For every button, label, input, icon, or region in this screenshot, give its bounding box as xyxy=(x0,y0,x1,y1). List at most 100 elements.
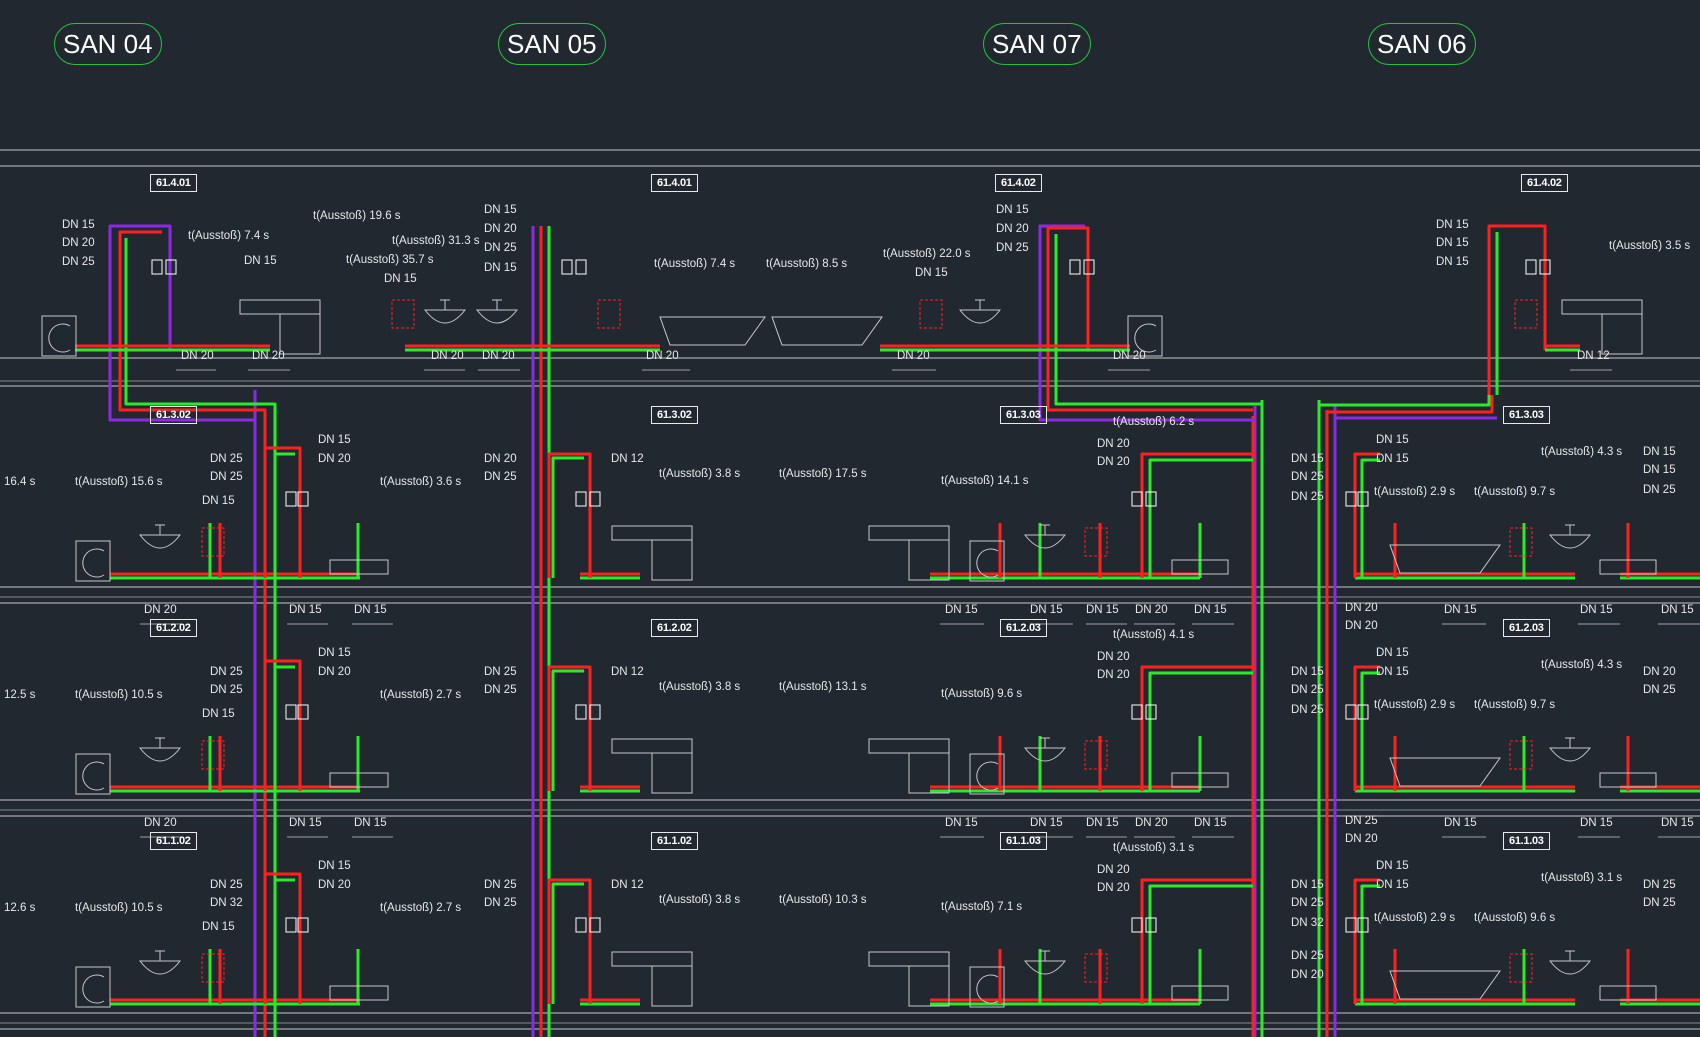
pipe-size-label: DN 15 xyxy=(1444,817,1477,829)
washbasin-icon xyxy=(1023,960,1067,975)
flush-time-label: t(Ausstoß) 3.8 s xyxy=(659,894,741,906)
riser-marker-san07: SAN 07 xyxy=(983,23,1091,65)
bathtub-icon xyxy=(1389,970,1501,1000)
pipe-size-label: 12.6 s xyxy=(4,902,36,914)
kitchen-sink-icon xyxy=(1561,299,1643,315)
pipe-size-label: DN 20 xyxy=(318,879,351,891)
pipe-size-label: DN 15 xyxy=(1291,879,1324,891)
flush-time-label: t(Ausstoß) 31.3 s xyxy=(392,235,480,247)
pipe-size-label: DN 25 xyxy=(1643,684,1676,696)
pipe-size-label: 16.4 s xyxy=(4,476,36,488)
toilet-icon xyxy=(75,966,111,1008)
flush-time-label: t(Ausstoß) 10.3 s xyxy=(779,894,867,906)
washbasin-icon xyxy=(423,309,467,324)
washbasin-icon xyxy=(138,960,182,975)
bathtub-icon xyxy=(1389,757,1501,787)
valve-icon xyxy=(575,259,587,275)
riser-marker-san06: SAN 06 xyxy=(1368,23,1476,65)
room-tag: 61.3.02 xyxy=(150,406,197,424)
toilet-icon xyxy=(48,323,71,353)
riser-branch xyxy=(1353,878,1380,1004)
kitchen-sink-icon xyxy=(611,738,693,754)
pipe-size-label: DN 15 xyxy=(1194,817,1227,829)
room-tag: 61.1.03 xyxy=(1000,832,1047,850)
toilet-icon xyxy=(75,540,111,582)
washbasin-icon xyxy=(1023,534,1067,549)
valve-icon xyxy=(151,259,163,275)
pipe-size-label: DN 25 xyxy=(62,256,95,268)
pipe-size-label: DN 15 xyxy=(1661,817,1694,829)
kitchen-sink-icon xyxy=(611,525,693,541)
pipe-size-label: DN 15 xyxy=(484,262,517,274)
riser-marker-san04: SAN 04 xyxy=(54,23,162,65)
pipe-size-label: DN 25 xyxy=(484,684,517,696)
flush-time-label: t(Ausstoß) 9.6 s xyxy=(1474,912,1556,924)
pipe-size-label: DN 20 xyxy=(1097,438,1130,450)
toilet-icon xyxy=(82,761,105,791)
pipe-size-label: DN 15 xyxy=(354,817,387,829)
bathtub-icon xyxy=(771,316,883,346)
pipe-size-label: DN 15 xyxy=(289,817,322,829)
valve-icon xyxy=(1069,259,1081,275)
kitchen-sink-icon xyxy=(868,525,950,541)
washbasin-icon xyxy=(138,534,182,549)
flush-cistern-icon xyxy=(1509,527,1533,557)
pipe-size-label: DN 20 xyxy=(1097,882,1130,894)
kitchen-sink-icon xyxy=(611,951,693,967)
washbasin-icon xyxy=(138,747,182,762)
pipe-size-label: DN 25 xyxy=(1643,484,1676,496)
flush-time-label: t(Ausstoß) 9.7 s xyxy=(1474,486,1556,498)
pipe-size-label: DN 15 xyxy=(1436,219,1469,231)
pipe-size-label: DN 20 xyxy=(1345,602,1378,614)
pipe-size-label: DN 20 xyxy=(484,223,517,235)
flush-time-label: t(Ausstoß) 4.3 s xyxy=(1541,659,1623,671)
pipe-size-label: DN 25 xyxy=(210,879,243,891)
pipe-size-label: DN 20 xyxy=(144,817,177,829)
plumbing-riser-diagram xyxy=(0,149,1700,1037)
flush-time-label: t(Ausstoß) 15.6 s xyxy=(75,476,163,488)
pipe-size-label: DN 25 xyxy=(1291,897,1324,909)
valve-icon xyxy=(575,491,587,507)
flush-time-label: t(Ausstoß) 3.8 s xyxy=(659,468,741,480)
riser-branch xyxy=(551,456,584,578)
flush-cistern-icon xyxy=(919,299,943,329)
pipe-size-label: DN 15 xyxy=(484,204,517,216)
valve-icon xyxy=(575,704,587,720)
riser-branch xyxy=(1046,226,1090,390)
pipe-size-label: DN 15 xyxy=(1291,453,1324,465)
flush-time-label: t(Ausstoß) 3.8 s xyxy=(659,681,741,693)
washbasin-icon xyxy=(1548,960,1592,975)
flush-time-label: t(Ausstoß) 17.5 s xyxy=(779,468,867,480)
pipe-size-label: DN 12 xyxy=(611,666,644,678)
pipe-size-label: DN 25 xyxy=(210,684,243,696)
riser-branch xyxy=(1353,665,1380,791)
flush-time-label: t(Ausstoß) 10.5 s xyxy=(75,902,163,914)
pipe-size-label: DN 25 xyxy=(484,897,517,909)
riser-branch xyxy=(1353,452,1380,578)
pipe-size-label: DN 15 xyxy=(354,604,387,616)
flush-cistern-icon xyxy=(1514,299,1538,329)
pipe-size-label: DN 20 xyxy=(897,350,930,362)
room-tag: 61.1.02 xyxy=(150,832,197,850)
pipe-size-label: DN 25 xyxy=(1643,897,1676,909)
flush-time-label: t(Ausstoß) 22.0 s xyxy=(883,248,971,260)
riser-branch xyxy=(263,872,302,1004)
valve-icon xyxy=(285,491,297,507)
valve-icon xyxy=(575,917,587,933)
pipe-size-label: DN 32 xyxy=(1291,917,1324,929)
valve-icon xyxy=(285,917,297,933)
flush-cistern-icon xyxy=(597,299,621,329)
room-tag: 61.4.01 xyxy=(150,174,197,192)
flush-time-label: t(Ausstoß) 13.1 s xyxy=(779,681,867,693)
flush-time-label: t(Ausstoß) 2.9 s xyxy=(1374,912,1456,924)
pipe-size-label: DN 15 xyxy=(1436,256,1469,268)
cabinet-icon xyxy=(279,313,321,355)
cabinet-icon xyxy=(1601,313,1643,355)
pipe-size-label: DN 20 xyxy=(252,350,285,362)
kitchen-sink-icon xyxy=(868,951,950,967)
pipe-size-label: DN 20 xyxy=(1097,864,1130,876)
room-tag: 61.2.02 xyxy=(150,619,197,637)
valve-icon xyxy=(1525,259,1537,275)
room-tag: 61.2.02 xyxy=(651,619,698,637)
pipe-size-label: DN 25 xyxy=(484,879,517,891)
